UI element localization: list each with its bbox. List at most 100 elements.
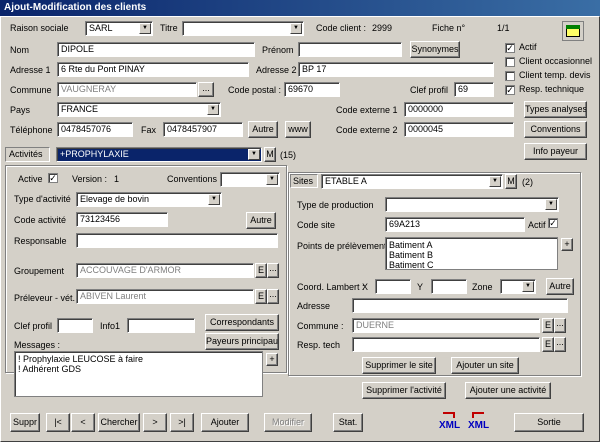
type-activite-select[interactable]: Elevage de bovin ▼ bbox=[76, 192, 222, 207]
sites-select[interactable]: ETABLE A ▼ bbox=[321, 174, 503, 189]
activity-clef-profil-field[interactable] bbox=[57, 318, 93, 333]
check-devis-box[interactable] bbox=[505, 71, 515, 81]
prev-record-button[interactable]: < bbox=[71, 413, 95, 432]
pays-select[interactable]: FRANCE ▼ bbox=[57, 102, 221, 117]
chevron-down-icon[interactable]: ▼ bbox=[266, 174, 278, 185]
code-postal-field[interactable]: 69670 bbox=[284, 82, 340, 97]
first-record-button[interactable]: |< bbox=[46, 413, 70, 432]
titre-select[interactable]: ▼ bbox=[182, 21, 304, 36]
autre-button[interactable]: Autre bbox=[248, 121, 278, 138]
groupement-e-button[interactable]: E bbox=[255, 263, 267, 278]
chevron-down-icon[interactable]: ▼ bbox=[208, 194, 220, 205]
www-button[interactable]: www bbox=[285, 121, 311, 138]
chevron-down-icon[interactable]: ▼ bbox=[290, 23, 302, 34]
synonymes-button[interactable]: Synonymes bbox=[410, 41, 460, 58]
code-activite-field[interactable]: 73123456 bbox=[76, 212, 168, 227]
check-resp-tech-box[interactable]: ✓ bbox=[505, 85, 515, 95]
adresse2-label: Adresse 2 bbox=[256, 65, 297, 75]
resp-tech-e-button[interactable]: E bbox=[542, 337, 554, 352]
chevron-down-icon[interactable]: ▼ bbox=[248, 149, 260, 160]
suppr-button[interactable]: Suppr bbox=[10, 413, 40, 432]
chevron-down-icon[interactable]: ▼ bbox=[522, 281, 534, 292]
commune-field[interactable]: VAUGNERAY bbox=[57, 82, 197, 97]
ajouter-site-button[interactable]: Ajouter un site bbox=[451, 357, 519, 374]
activity-autre-button[interactable]: Autre bbox=[246, 212, 276, 229]
points-list[interactable]: Batiment A Batiment B Batiment C bbox=[385, 237, 558, 270]
lambert-y-field[interactable] bbox=[431, 279, 467, 294]
chevron-down-icon[interactable]: ▼ bbox=[489, 176, 501, 187]
modifier-button[interactable]: Modifier bbox=[264, 413, 312, 432]
conventions-button[interactable]: Conventions bbox=[524, 121, 587, 138]
activites-select[interactable]: +PROPHYLAXIE ▼ bbox=[56, 147, 262, 162]
site-adresse-field[interactable] bbox=[352, 298, 568, 313]
list-item[interactable]: Batiment A bbox=[389, 240, 554, 250]
adresse2-field[interactable]: BP 17 bbox=[298, 62, 494, 77]
preleveur-e-button[interactable]: E bbox=[255, 289, 267, 304]
last-record-button[interactable]: >| bbox=[170, 413, 194, 432]
chevron-down-icon[interactable]: ▼ bbox=[545, 199, 557, 210]
next-record-button[interactable]: > bbox=[143, 413, 167, 432]
clef-profil-field[interactable]: 69 bbox=[454, 82, 494, 97]
prenom-field[interactable] bbox=[298, 42, 402, 57]
list-item[interactable]: Batiment B bbox=[389, 250, 554, 260]
conventions-select[interactable]: ▼ bbox=[220, 172, 280, 187]
code-ext2-field[interactable]: 0000045 bbox=[404, 122, 514, 137]
titre-label: Titre bbox=[160, 23, 178, 33]
site-commune-browse-button[interactable]: ... bbox=[554, 318, 566, 333]
stat-button[interactable]: Stat. bbox=[333, 413, 363, 432]
info-payeur-button[interactable]: Info payeur bbox=[524, 143, 587, 160]
site-commune-e-button[interactable]: E bbox=[542, 318, 554, 333]
raison-sociale-select[interactable]: SARL ▼ bbox=[85, 21, 153, 36]
ajouter-button[interactable]: Ajouter bbox=[201, 413, 249, 432]
info1-field[interactable] bbox=[127, 318, 195, 333]
lambert-x-field[interactable] bbox=[375, 279, 411, 294]
sortie-button[interactable]: Sortie bbox=[514, 413, 584, 432]
check-devis-label: Client temp. devis bbox=[519, 70, 591, 80]
window-title: Ajout-Modification des clients bbox=[0, 0, 600, 16]
preleveur-field[interactable]: ABIVEN Laurent bbox=[76, 289, 254, 304]
zone-select[interactable]: ▼ bbox=[500, 279, 536, 294]
telephone-field[interactable]: 0478457076 bbox=[57, 122, 133, 137]
xml-import-icon[interactable]: XML bbox=[465, 411, 491, 433]
pays-label: Pays bbox=[10, 105, 31, 115]
site-commune-field[interactable]: DUERNE bbox=[352, 318, 540, 333]
prenom-label: Prénom bbox=[262, 45, 294, 55]
xml-export-icon[interactable]: XML bbox=[436, 411, 462, 433]
ajouter-activite-button[interactable]: Ajouter une activité bbox=[465, 382, 551, 399]
clef-profil-label: Clef profil bbox=[410, 85, 449, 95]
groupement-browse-button[interactable]: ... bbox=[267, 263, 279, 278]
messages-add-button[interactable]: + bbox=[266, 353, 278, 366]
chevron-down-icon[interactable]: ▼ bbox=[207, 104, 219, 115]
active-label: Active bbox=[18, 174, 43, 184]
notes-icon[interactable] bbox=[562, 21, 584, 41]
commune-browse-button[interactable]: ... bbox=[198, 82, 214, 97]
supprimer-site-button[interactable]: Supprimer le site bbox=[362, 357, 436, 374]
points-add-button[interactable]: + bbox=[561, 238, 573, 251]
site-autre-button[interactable]: Autre bbox=[546, 278, 574, 295]
adresse1-field[interactable]: 6 Rte du Pont PINAY bbox=[57, 62, 249, 77]
nom-field[interactable]: DIPOLE bbox=[57, 42, 255, 57]
groupement-field[interactable]: ACCOUVAGE D'ARMOR bbox=[76, 263, 254, 278]
code-ext1-field[interactable]: 0000000 bbox=[404, 102, 514, 117]
chevron-down-icon[interactable]: ▼ bbox=[139, 23, 151, 34]
site-actif-checkbox[interactable]: ✓ bbox=[548, 218, 558, 228]
check-occasionnel-box[interactable] bbox=[505, 57, 515, 67]
resp-tech-browse-button[interactable]: ... bbox=[554, 337, 566, 352]
payeurs-principaux-button[interactable]: Payeurs principaux bbox=[205, 333, 279, 350]
correspondants-button[interactable]: Correspondants bbox=[205, 314, 279, 331]
fax-field[interactable]: 0478457907 bbox=[163, 122, 243, 137]
types-analyses-button[interactable]: Types analyses bbox=[524, 101, 587, 118]
list-item[interactable]: Batiment C bbox=[389, 260, 554, 270]
check-actif-box[interactable]: ✓ bbox=[505, 43, 515, 53]
code-site-field[interactable]: 69A213 bbox=[385, 217, 525, 232]
active-checkbox[interactable]: ✓ bbox=[48, 173, 58, 183]
type-production-select[interactable]: ▼ bbox=[385, 197, 559, 212]
preleveur-browse-button[interactable]: ... bbox=[267, 289, 279, 304]
supprimer-activite-button[interactable]: Supprimer l'activité bbox=[362, 382, 446, 399]
responsable-field[interactable] bbox=[76, 233, 278, 248]
activites-m-button[interactable]: M bbox=[264, 147, 276, 162]
messages-textarea[interactable]: ! Prophylaxie LEUCOSE à faire ! Adhérent… bbox=[14, 351, 263, 397]
chercher-button[interactable]: Chercher bbox=[98, 413, 140, 432]
sites-m-button[interactable]: M bbox=[505, 174, 517, 189]
resp-tech-field[interactable] bbox=[352, 337, 540, 352]
